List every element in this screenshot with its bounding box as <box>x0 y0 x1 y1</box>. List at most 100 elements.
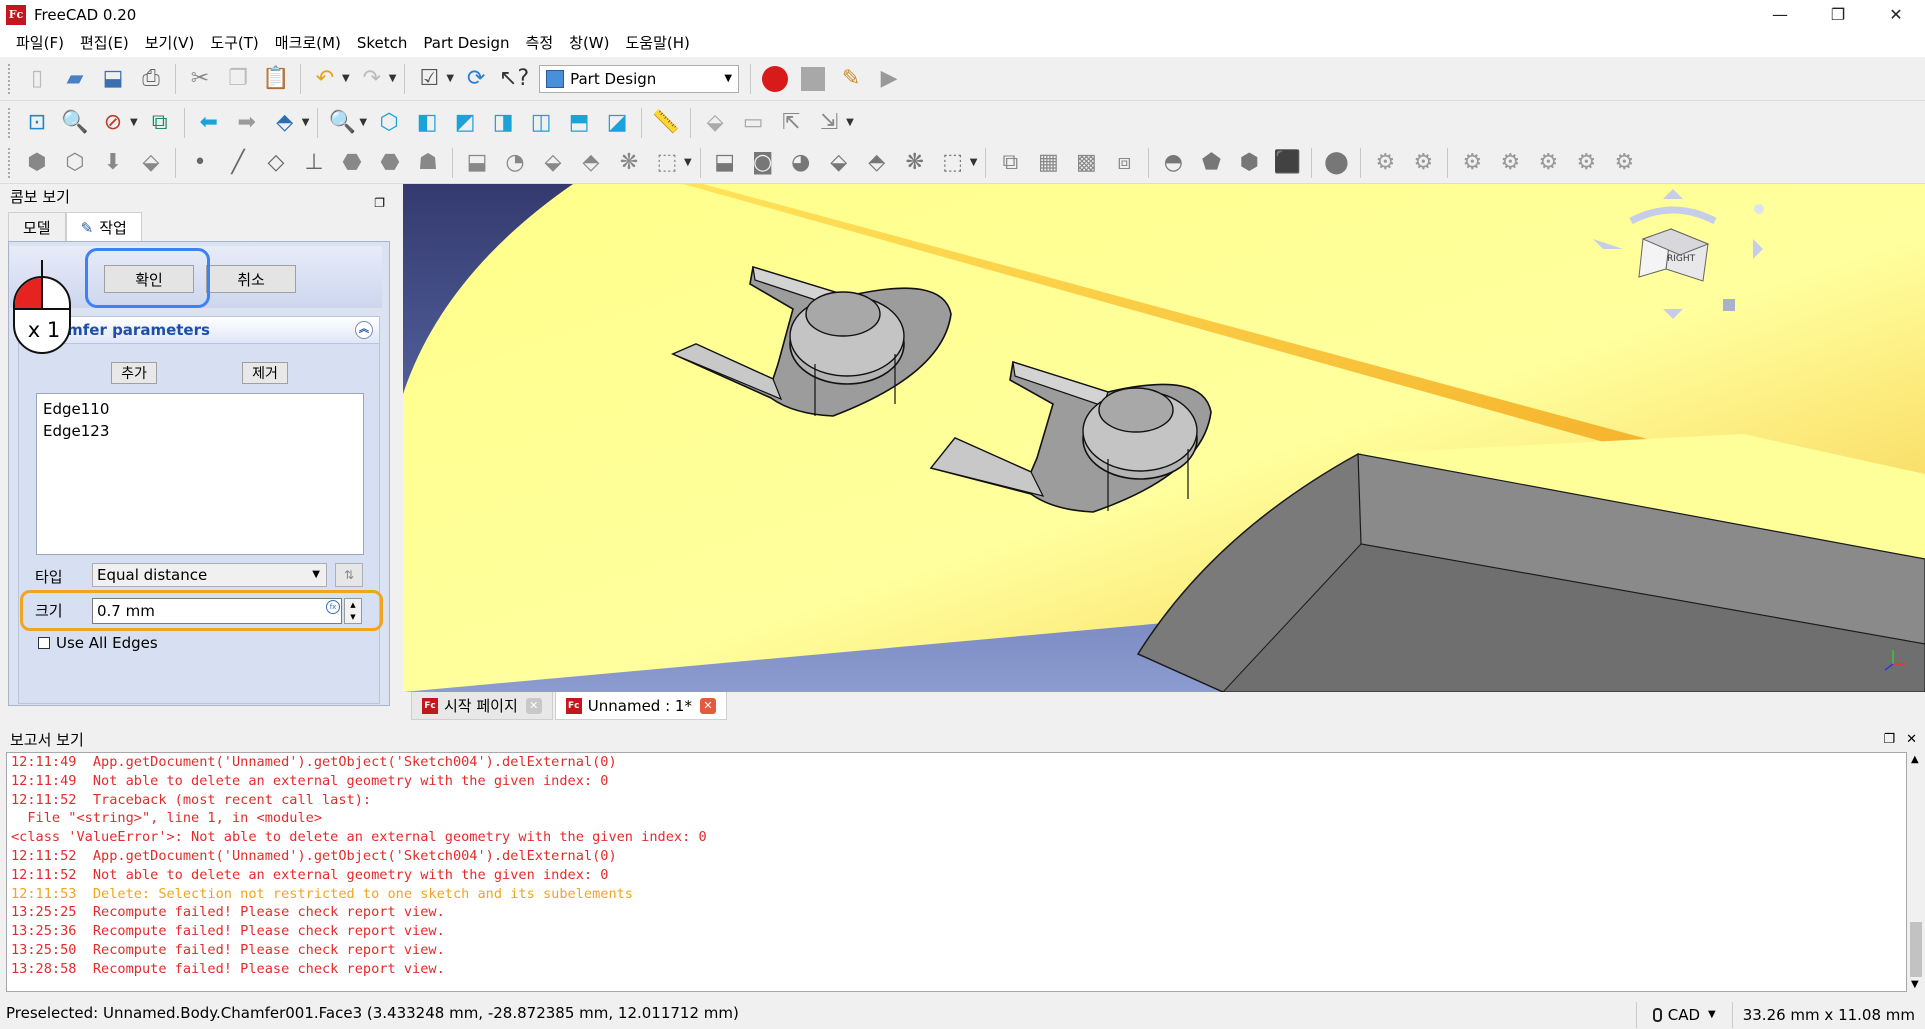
tab-model[interactable]: 모델 <box>8 212 66 242</box>
list-item[interactable]: Edge123 <box>43 420 357 442</box>
wizard-shaft-icon[interactable]: ⚙ <box>1456 147 1488 179</box>
std-views-dropdown-icon[interactable]: ▼ <box>359 117 367 128</box>
paste-icon[interactable]: 📋 <box>260 63 292 95</box>
fit-all-icon[interactable]: ⊡ <box>21 107 53 139</box>
link-actions-dropdown-icon[interactable]: ▼ <box>846 117 854 128</box>
multi-transform-icon[interactable]: ⧈ <box>1108 147 1140 179</box>
body-icon[interactable]: ⬢ <box>21 147 53 179</box>
menu-part-design[interactable]: Part Design <box>415 29 517 57</box>
linear-pattern-icon[interactable]: ▦ <box>1032 147 1064 179</box>
edit-macro-icon[interactable]: ✎ <box>835 63 867 95</box>
pocket-icon[interactable]: ⬓ <box>709 147 741 179</box>
whats-this-icon[interactable]: ↖? <box>498 63 530 95</box>
additive-pipe-icon[interactable]: ⬘ <box>575 147 607 179</box>
toolbar-grip[interactable] <box>8 63 12 94</box>
scroll-up-icon[interactable]: ▲ <box>1911 754 1919 765</box>
new-document-icon[interactable]: ▯ <box>21 63 53 95</box>
menu-file[interactable]: 파일(F) <box>8 29 72 57</box>
groove-icon[interactable]: ◕ <box>785 147 817 179</box>
toolbar-grip[interactable] <box>8 147 12 178</box>
run-macro-icon[interactable]: ▶ <box>873 63 905 95</box>
redo-dropdown-icon[interactable]: ▼ <box>389 73 397 84</box>
close-icon[interactable]: ✕ <box>1906 728 1917 752</box>
report-log[interactable]: 12:11:49 App.getDocument('Unnamed').getO… <box>6 752 1907 992</box>
report-scrollbar[interactable]: ▲ ▼ <box>1907 752 1925 992</box>
fillet-icon[interactable]: ◓ <box>1157 147 1189 179</box>
create-group-icon[interactable]: ▭ <box>737 107 769 139</box>
bottom-view-icon[interactable]: ⬒ <box>563 107 595 139</box>
scrollbar-thumb[interactable] <box>1910 922 1922 977</box>
edge-list[interactable]: Edge110 Edge123 <box>36 393 364 555</box>
menu-macro[interactable]: 매크로(M) <box>267 29 349 57</box>
cut-icon[interactable]: ✂ <box>184 63 216 95</box>
datum-point-icon[interactable]: • <box>184 147 216 179</box>
copy-icon[interactable]: ❐ <box>222 63 254 95</box>
tab-task[interactable]: ✎ 작업 <box>65 212 142 242</box>
recompute-dropdown-icon[interactable]: ▼ <box>446 73 454 84</box>
subtractive-helix-icon[interactable]: ❋ <box>899 147 931 179</box>
revolution-icon[interactable]: ◔ <box>499 147 531 179</box>
datum-line-icon[interactable]: ╱ <box>222 147 254 179</box>
subtractive-primitive-icon[interactable]: ⬚ <box>937 147 969 179</box>
subtractive-primitive-dropdown-icon[interactable]: ▼ <box>970 157 978 168</box>
macro-tool-3-icon[interactable]: ⚙ <box>1608 147 1640 179</box>
isometric-view-icon[interactable]: ⬡ <box>373 107 405 139</box>
chamfer-icon[interactable]: ⬟ <box>1195 147 1227 179</box>
hole-icon[interactable]: ◙ <box>747 147 779 179</box>
stop-macro-icon[interactable] <box>797 63 829 95</box>
rear-view-icon[interactable]: ◫ <box>525 107 557 139</box>
menu-view[interactable]: 보기(V) <box>137 29 203 57</box>
front-view-icon[interactable]: ◧ <box>411 107 443 139</box>
recompute-check-icon[interactable]: ☑ <box>413 63 445 95</box>
tab-unnamed[interactable]: Fc Unnamed : 1* ✕ <box>554 692 727 720</box>
refresh-icon[interactable]: ⟳ <box>460 63 492 95</box>
sync-view-dropdown-icon[interactable]: ▼ <box>302 117 310 128</box>
3d-viewport[interactable]: RIGHT <box>403 184 1925 692</box>
collapse-icon[interactable]: ︽ <box>355 321 373 339</box>
flip-direction-icon[interactable]: ⇅ <box>335 563 363 587</box>
additive-primitive-icon[interactable]: ⬚ <box>651 147 683 179</box>
pad-icon[interactable]: ⬓ <box>461 147 493 179</box>
list-item[interactable]: Edge110 <box>43 398 357 420</box>
draft-icon[interactable]: ⬢ <box>1233 147 1265 179</box>
clone-icon[interactable]: ☗ <box>412 147 444 179</box>
use-all-edges-checkbox[interactable]: Use All Edges <box>38 634 158 652</box>
undo-dropdown-icon[interactable]: ▼ <box>342 73 350 84</box>
minimize-button[interactable]: — <box>1751 0 1809 29</box>
link-actions-icon[interactable]: ⇲ <box>813 107 845 139</box>
remove-button[interactable]: 제거 <box>242 362 288 384</box>
thickness-icon[interactable]: ⬛ <box>1271 147 1303 179</box>
menu-measure[interactable]: 측정 <box>518 29 562 57</box>
scroll-down-icon[interactable]: ▼ <box>1911 979 1919 990</box>
back-arrow-icon[interactable]: ⬅ <box>193 107 225 139</box>
menu-sketch[interactable]: Sketch <box>349 29 416 57</box>
mirrored-icon[interactable]: ⧉ <box>994 147 1026 179</box>
forward-arrow-icon[interactable]: ➡ <box>231 107 263 139</box>
save-icon[interactable]: ⬓ <box>97 63 129 95</box>
left-view-icon[interactable]: ◪ <box>601 107 633 139</box>
undo-icon[interactable]: ↶ <box>309 63 341 95</box>
draw-style-icon[interactable]: ⊘ <box>97 107 129 139</box>
menu-help[interactable]: 도움말(H) <box>618 29 698 57</box>
create-part-icon[interactable]: ⬙ <box>699 107 731 139</box>
type-select[interactable]: Equal distance ▼ <box>92 563 327 587</box>
sub-shape-binder-icon[interactable]: ⬣ <box>374 147 406 179</box>
link-make-icon[interactable]: ⇱ <box>775 107 807 139</box>
add-button[interactable]: 추가 <box>111 362 157 384</box>
close-icon[interactable]: ✕ <box>525 697 542 714</box>
checkbox-icon[interactable] <box>38 637 50 649</box>
right-view-icon[interactable]: ◨ <box>487 107 519 139</box>
redo-icon[interactable]: ↷ <box>356 63 388 95</box>
cancel-button[interactable]: 취소 <box>206 265 296 293</box>
menu-edit[interactable]: 편집(E) <box>72 29 137 57</box>
attach-sketch-icon[interactable]: ⬇ <box>97 147 129 179</box>
boolean-icon[interactable]: ⬤ <box>1320 147 1352 179</box>
menu-tools[interactable]: 도구(T) <box>202 29 266 57</box>
involute-gear-icon[interactable]: ⚙ <box>1407 147 1439 179</box>
restore-button[interactable]: ❐ <box>1809 0 1867 29</box>
bounding-box-icon[interactable]: ⧉ <box>144 107 176 139</box>
draw-style-dropdown-icon[interactable]: ▼ <box>130 117 138 128</box>
chamfer-parameters-header[interactable]: amfer parameters ︽ <box>18 316 380 344</box>
measure-distance-icon[interactable]: 📏 <box>650 107 682 139</box>
macro-tool-1-icon[interactable]: ⚙ <box>1532 147 1564 179</box>
